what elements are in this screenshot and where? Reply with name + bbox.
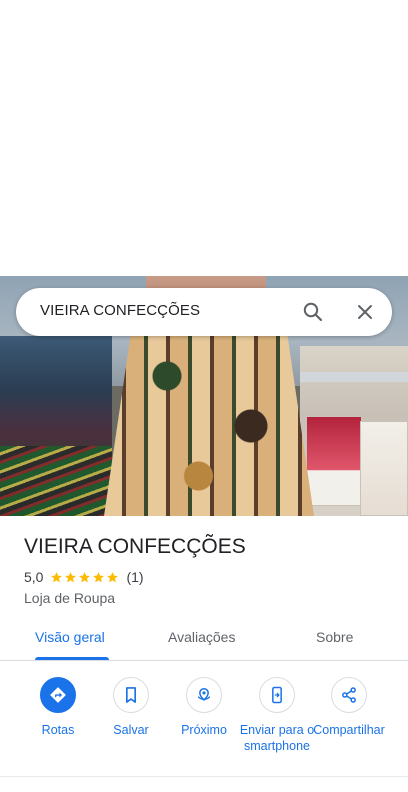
star-icon [107,571,119,582]
nearby-label: Próximo [181,723,227,737]
share-icon [342,687,356,703]
active-tab-indicator [35,657,109,660]
directions-label: Rotas [41,723,75,737]
search-bar[interactable]: VIEIRA CONFECÇÕES [16,288,392,336]
star-icon [65,571,77,582]
map-area-blank [0,0,408,276]
nearby-icon [197,687,211,702]
nearby-button[interactable]: Próximo [166,677,242,738]
bookmark-icon [126,687,136,703]
share-button[interactable]: Compartilhar [311,677,387,738]
share-label: Compartilhar [313,723,385,737]
star-rating [50,571,120,584]
tab-overview[interactable]: Visão geral [35,629,105,645]
skirt-photo-subject [104,316,314,516]
place-category: Loja de Roupa [24,590,116,606]
send-to-phone-label: Enviar para o smartphone [239,723,315,753]
save-label: Salvar [113,723,149,737]
search-icon[interactable] [301,300,325,324]
directions-button[interactable]: Rotas [20,677,96,738]
review-count[interactable]: (1) [126,569,143,585]
star-icon [93,571,105,582]
search-input[interactable]: VIEIRA CONFECÇÕES [40,302,200,319]
send-to-phone-button[interactable]: Enviar para o smartphone [239,677,315,754]
close-icon[interactable] [353,300,377,324]
action-bar: Rotas Salvar Próximo Enviar para o smart… [0,661,408,777]
tab-reviews[interactable]: Avaliações [168,629,235,645]
tab-bar: Visão geral Avaliações Sobre [0,620,408,661]
directions-icon [50,687,66,703]
rating-value: 5,0 [24,569,44,585]
save-button[interactable]: Salvar [93,677,169,738]
place-title: VIEIRA CONFECÇÕES [24,535,246,558]
tab-about[interactable]: Sobre [316,629,353,645]
rating-row[interactable]: 5,0 (1) [24,569,144,585]
send-to-phone-icon [272,686,282,704]
star-icon [51,571,63,582]
star-icon [79,571,91,582]
